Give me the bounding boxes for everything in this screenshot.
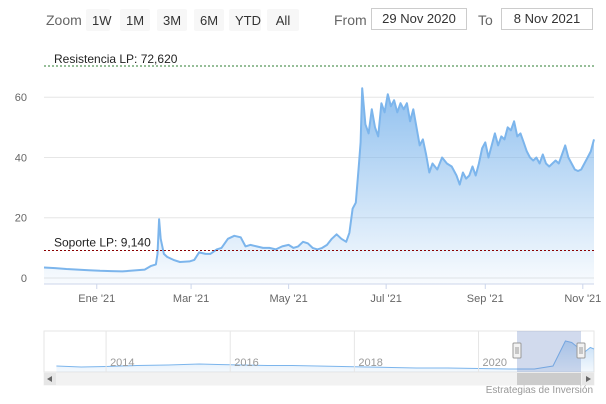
x-tick-label: Sep '21 (467, 293, 504, 305)
navigator-year-label: 2018 (358, 357, 382, 369)
price-chart: 0 20 40 60 Resistencia LP: 72,620 Soporte LP… (15, 52, 601, 386)
handle-body (512, 342, 522, 359)
y-tick-label: 0 (21, 273, 27, 285)
navigator[interactable]: 2014 2016 2018 2020 (43, 330, 595, 373)
x-tick-label: Ene '21 (78, 293, 115, 305)
x-axis: Ene '21 Mar '21 May '21 Jul '21 Sep '21 Nov '… (44, 283, 601, 305)
y-tick-label: 60 (15, 92, 27, 104)
scrollbar[interactable] (43, 372, 595, 386)
price-area (44, 88, 594, 284)
price-series (43, 87, 595, 284)
x-tick-label: Nov '21 (564, 293, 601, 305)
navigator-year-label: 2014 (110, 357, 134, 369)
x-tick-label: Jul '21 (370, 293, 401, 305)
scrollbar-track (43, 372, 595, 386)
navigator-year-label: 2020 (483, 357, 507, 369)
credits[interactable]: Estrategias de Inversión (486, 385, 593, 396)
y-tick-label: 20 (15, 213, 27, 225)
support-label: Soporte LP: 9,140 (54, 235, 151, 249)
resistance-label: Resistencia LP: 72,620 (54, 52, 178, 66)
navigator-selection (517, 331, 581, 372)
x-tick-label: Mar '21 (173, 293, 209, 305)
navigator-right-handle[interactable] (576, 342, 586, 359)
y-axis: 0 20 40 60 (15, 92, 27, 285)
navigator-year-label: 2016 (234, 357, 258, 369)
x-tick-label: May '21 (270, 293, 308, 305)
scrollbar-thumb[interactable] (517, 373, 581, 385)
handle-body (576, 342, 586, 359)
y-tick-label: 40 (15, 152, 27, 164)
navigator-left-handle[interactable] (512, 342, 522, 359)
